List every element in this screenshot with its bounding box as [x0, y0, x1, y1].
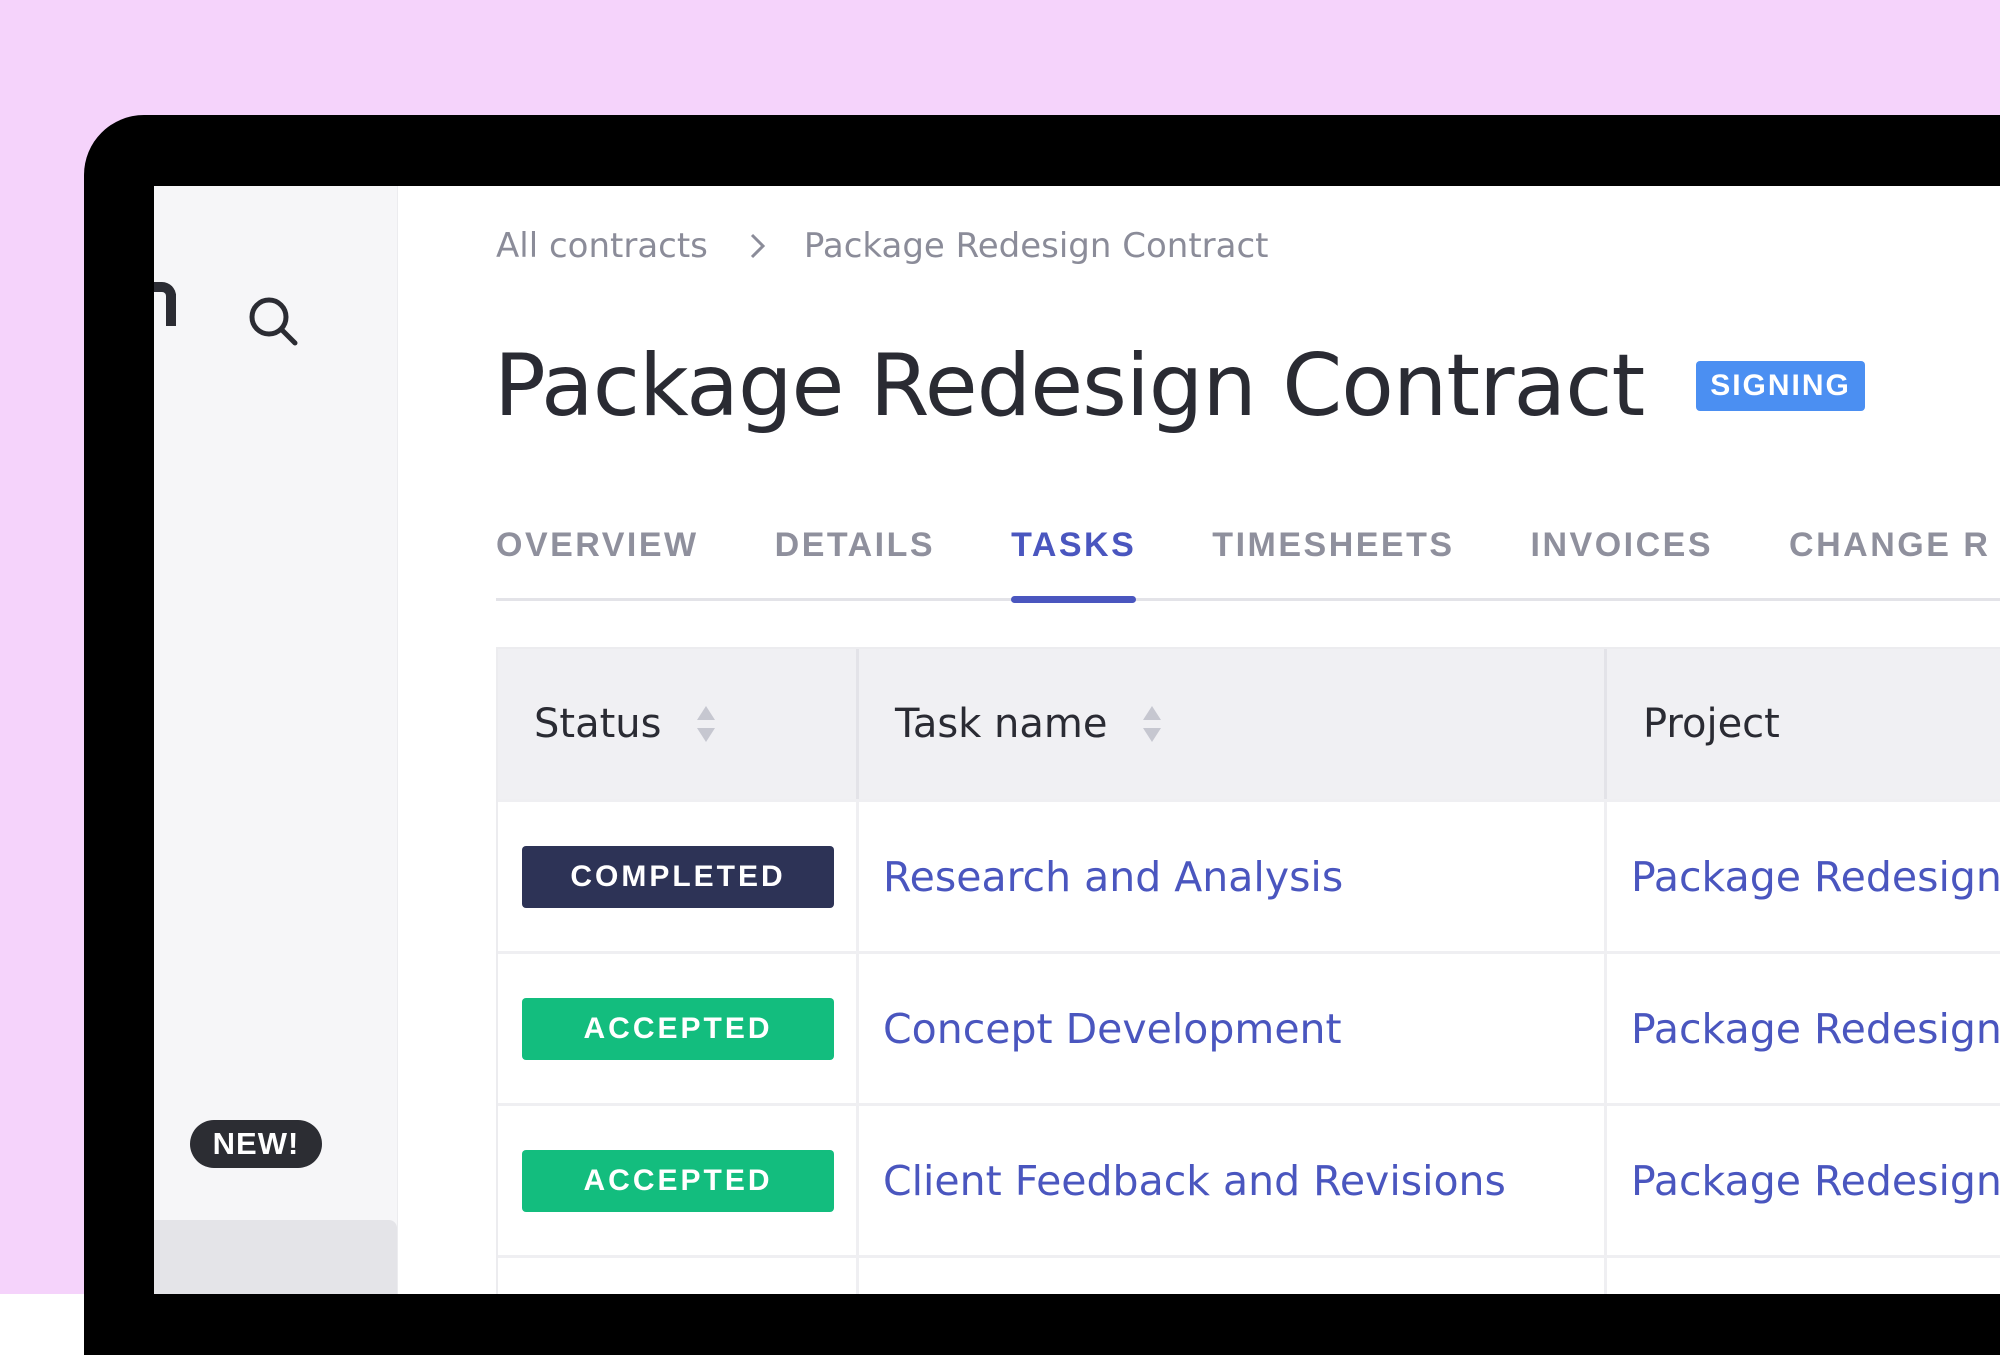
column-header-label: Project — [1643, 701, 1780, 747]
column-header-label: Status — [534, 701, 662, 747]
column-header-project[interactable]: Project — [1607, 649, 2000, 799]
column-header-label: Task name — [895, 701, 1108, 747]
project-link[interactable]: Package Redesign — [1631, 1005, 2000, 1053]
breadcrumb-current: Package Redesign Contract — [803, 226, 1269, 266]
search-button[interactable] — [238, 286, 308, 356]
project-link[interactable]: Package Redesign — [1631, 853, 2000, 901]
tab-timesheets[interactable]: TIMESHEETS — [1212, 514, 1454, 598]
table-row[interactable]: ACCEPTED Concept Development Package Red… — [498, 951, 2000, 1103]
task-cell — [859, 1258, 1607, 1294]
title-row: Package Redesign Contract SIGNING — [494, 336, 1865, 436]
status-badge-accepted: ACCEPTED — [522, 997, 834, 1060]
sort-icon[interactable] — [695, 704, 717, 744]
tab-bar: OVERVIEW DETAILS TASKS TIMESHEETS INVOIC… — [496, 514, 2000, 603]
project-cell: Package Redesign — [1607, 954, 2000, 1103]
tab-overview[interactable]: OVERVIEW — [496, 514, 699, 598]
sidebar-nav-item-selected[interactable] — [154, 1220, 397, 1294]
sort-icon[interactable] — [1141, 704, 1163, 744]
column-header-status[interactable]: Status — [498, 649, 859, 799]
page-title: Package Redesign Contract — [494, 336, 1645, 436]
chevron-right-icon — [748, 231, 768, 261]
project-cell: Package Redesign — [1607, 802, 2000, 951]
status-cell: ACCEPTED — [498, 954, 859, 1103]
status-badge-completed: COMPLETED — [522, 845, 834, 908]
status-cell: COMPLETED — [498, 802, 859, 951]
breadcrumb: All contracts Package Redesign Contract — [496, 226, 1269, 266]
task-cell: Client Feedback and Revisions — [859, 1106, 1607, 1255]
project-cell — [1607, 1258, 2000, 1294]
logo-stem — [166, 294, 176, 326]
main-content: All contracts Package Redesign Contract … — [397, 186, 2000, 1294]
table-row[interactable]: ACCEPTED Client Feedback and Revisions P… — [498, 1103, 2000, 1255]
status-cell: ACCEPTED — [498, 1106, 859, 1255]
project-cell: Package Redesign — [1607, 1106, 2000, 1255]
task-cell: Research and Analysis — [859, 802, 1607, 951]
table-row[interactable] — [498, 1255, 2000, 1294]
table-header: Status Task name Project — [498, 649, 2000, 799]
task-link[interactable]: Client Feedback and Revisions — [883, 1157, 1506, 1205]
tab-tasks[interactable]: TASKS — [1011, 514, 1137, 603]
tab-change-requests[interactable]: CHANGE R — [1789, 514, 1990, 598]
contract-status-badge: SIGNING — [1696, 361, 1865, 411]
table-row[interactable]: COMPLETED Research and Analysis Package … — [498, 799, 2000, 951]
tab-details[interactable]: DETAILS — [775, 514, 935, 598]
column-header-task-name[interactable]: Task name — [859, 649, 1607, 799]
breadcrumb-all-contracts[interactable]: All contracts — [496, 226, 708, 266]
new-badge[interactable]: NEW! — [190, 1120, 322, 1168]
task-link[interactable]: Research and Analysis — [883, 853, 1343, 901]
task-cell: Concept Development — [859, 954, 1607, 1103]
status-badge-accepted: ACCEPTED — [522, 1149, 834, 1212]
tab-invoices[interactable]: INVOICES — [1531, 514, 1713, 598]
task-link[interactable]: Concept Development — [883, 1005, 1342, 1053]
status-cell — [498, 1258, 859, 1294]
search-icon — [249, 297, 298, 346]
app-screen: NEW! All contracts Package Redesign Cont… — [154, 186, 2000, 1294]
sidebar: NEW! — [154, 186, 398, 1294]
tasks-table: Status Task name Project COMPLETED Resea… — [496, 647, 2000, 1294]
project-link[interactable]: Package Redesign — [1631, 1157, 2000, 1205]
